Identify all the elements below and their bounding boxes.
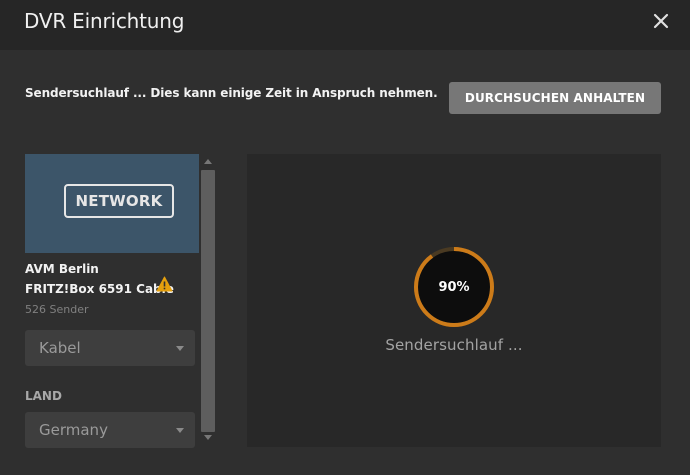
scroll-down-arrow-icon[interactable]	[204, 435, 212, 440]
close-icon[interactable]	[648, 8, 674, 34]
scrollbar[interactable]	[201, 156, 216, 445]
warning-icon[interactable]	[156, 276, 173, 292]
tuner-type-select[interactable]: Kabel	[25, 330, 195, 366]
network-badge: NETWORK	[64, 184, 174, 218]
channel-count: 526 Sender	[25, 303, 89, 316]
intro-text: Sendersuchlauf ... Dies kann einige Zeit…	[25, 86, 438, 100]
scan-panel: 90% Sendersuchlauf ...	[247, 154, 661, 447]
dialog-header: DVR Einrichtung	[0, 0, 690, 50]
chevron-down-icon	[176, 346, 184, 351]
stop-scan-button[interactable]: DURCHSUCHEN ANHALTEN	[449, 82, 661, 114]
device-name: AVM Berlin	[25, 262, 99, 276]
progress-percent: 90%	[438, 279, 470, 295]
scrollbar-thumb[interactable]	[201, 170, 215, 432]
scan-status: Sendersuchlauf ...	[385, 336, 523, 354]
country-value: Germany	[39, 421, 108, 439]
device-model: FRITZ!Box 6591 Cable	[25, 282, 174, 296]
chevron-down-icon	[176, 428, 184, 433]
dialog-title: DVR Einrichtung	[24, 9, 185, 33]
scroll-up-arrow-icon[interactable]	[204, 159, 212, 164]
tuner-type-value: Kabel	[39, 339, 81, 357]
country-label: LAND	[25, 389, 62, 403]
device-card[interactable]: NETWORK	[25, 154, 199, 253]
country-select[interactable]: Germany	[25, 412, 195, 448]
